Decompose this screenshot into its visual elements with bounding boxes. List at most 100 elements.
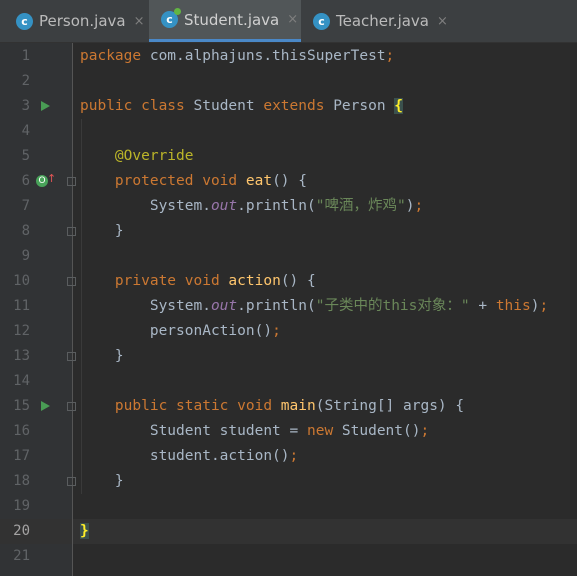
editor-gutter[interactable]: 1 2 3 4 5 6 7 8 9 10 11 12 13 14 15 16 17 18 19 20 21 O ↑ — [0, 43, 76, 576]
up-arrow-icon: ↑ — [47, 172, 57, 185]
code-line[interactable]: personAction(); — [80, 319, 281, 344]
code-token: com.alphajuns.thisSuperTest — [149, 48, 386, 64]
tab-student-java[interactable]: c Student.java × — [149, 0, 301, 42]
line-number: 15 — [13, 398, 30, 414]
code-line[interactable]: Student student = new Student(); — [80, 419, 429, 444]
code-token: .println( — [237, 298, 316, 314]
code-token: out — [210, 198, 238, 214]
code-token: public class — [80, 98, 194, 114]
line-number: 13 — [13, 348, 30, 364]
code-line[interactable]: public class Student extends Person { — [80, 94, 404, 119]
run-icon[interactable] — [41, 101, 50, 111]
line-number: 8 — [21, 223, 30, 239]
close-icon[interactable]: × — [437, 14, 448, 29]
code-token: eat — [245, 173, 273, 189]
code-token: package — [80, 48, 150, 64]
line-number: 17 — [13, 448, 30, 464]
code-line[interactable]: } — [80, 219, 124, 244]
run-badge-icon — [174, 8, 181, 15]
line-number: 5 — [21, 148, 30, 164]
close-icon[interactable]: × — [287, 12, 298, 27]
code-token: { — [394, 98, 404, 114]
line-number: 10 — [13, 273, 30, 289]
code-line[interactable]: student.action(); — [80, 444, 298, 469]
code-token: System. — [80, 198, 211, 214]
code-token: ; — [385, 48, 395, 64]
code-token: out — [210, 298, 238, 314]
current-line-highlight — [73, 519, 577, 544]
code-token: } — [80, 523, 89, 539]
run-icon[interactable] — [41, 401, 50, 411]
line-number: 19 — [13, 498, 30, 514]
code-token: System. — [80, 298, 211, 314]
tab-label: Teacher.java — [336, 12, 430, 30]
code-line[interactable]: @Override — [80, 144, 194, 169]
code-token: new — [306, 423, 342, 439]
code-token: .println( — [237, 198, 316, 214]
code-token: () { — [280, 273, 316, 289]
code-token: "子类中的this对象：" — [315, 298, 470, 314]
code-line[interactable]: System.out.println("子类中的this对象：" + this)… — [80, 294, 548, 319]
code-token: + — [469, 298, 496, 314]
class-icon: c — [313, 12, 330, 30]
line-number: 14 — [13, 373, 30, 389]
code-token: () { — [272, 173, 307, 189]
line-number: 7 — [21, 198, 30, 214]
line-number: 6 — [21, 173, 30, 189]
code-line[interactable]: package com.alphajuns.thisSuperTest; — [80, 44, 394, 69]
code-token: (String[] args) { — [315, 398, 465, 414]
line-number: 20 — [13, 523, 30, 539]
code-token: personAction() — [80, 323, 273, 339]
line-number: 2 — [21, 73, 30, 89]
code-token: ; — [420, 423, 430, 439]
class-icon: c — [161, 8, 181, 28]
code-token: ; — [289, 448, 299, 464]
code-token: main — [280, 398, 316, 414]
code-token: Student student = — [80, 423, 307, 439]
line-number: 21 — [13, 548, 30, 564]
code-token: student.action() — [80, 448, 290, 464]
tab-label: Student.java — [184, 10, 280, 29]
line-number: 9 — [21, 248, 30, 264]
line-number: 4 — [21, 123, 30, 139]
code-token: } — [80, 348, 124, 364]
code-token: ; — [539, 298, 549, 314]
line-number: 18 — [13, 473, 30, 489]
code-token: Student — [193, 98, 264, 114]
code-line[interactable]: System.out.println("啤酒，炸鸡"); — [80, 194, 423, 219]
code-line[interactable]: } — [80, 344, 124, 369]
code-line[interactable]: } — [80, 469, 124, 494]
code-token: "啤酒，炸鸡" — [315, 198, 406, 214]
line-number: 3 — [21, 98, 30, 114]
close-icon[interactable]: × — [134, 14, 145, 29]
class-icon: c — [16, 12, 33, 30]
code-token: ; — [272, 323, 281, 339]
code-token: this — [495, 298, 531, 314]
tab-label: Person.java — [39, 12, 126, 30]
tab-person-java[interactable]: c Person.java × — [8, 0, 148, 42]
code-token: private void — [114, 273, 229, 289]
code-token: @Override — [114, 148, 194, 164]
code-line[interactable]: } — [80, 519, 89, 544]
tab-teacher-java[interactable]: c Teacher.java × — [303, 0, 453, 42]
line-number: 1 — [21, 48, 30, 64]
code-token: protected void — [114, 173, 246, 189]
code-line[interactable]: private void action() { — [80, 269, 316, 294]
code-token: Person — [333, 98, 395, 114]
code-line[interactable]: public static void main(String[] args) { — [80, 394, 464, 419]
code-token: ; — [414, 198, 424, 214]
code-token: public static void — [114, 398, 281, 414]
line-number: 12 — [13, 323, 30, 339]
code-token: Student() — [341, 423, 421, 439]
code-token: } — [80, 223, 124, 239]
editor-tab-bar: c Person.java × c Student.java × c Teach… — [0, 0, 577, 43]
code-editor[interactable]: package com.alphajuns.thisSuperTest; publ… — [73, 43, 577, 576]
code-token: } — [80, 473, 124, 489]
code-line[interactable]: protected void eat() { — [80, 169, 307, 194]
code-token: extends — [263, 98, 334, 114]
line-number: 16 — [13, 423, 30, 439]
